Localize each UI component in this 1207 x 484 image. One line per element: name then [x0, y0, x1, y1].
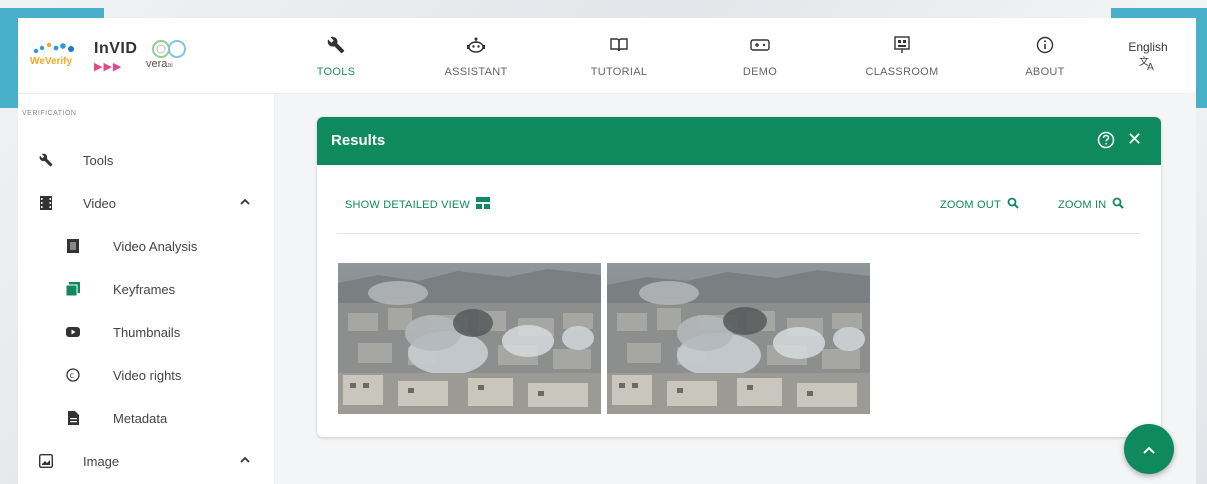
youtube-icon	[65, 324, 81, 340]
help-icon[interactable]	[1097, 131, 1115, 149]
chevron-up-icon[interactable]	[240, 456, 250, 467]
wrench-icon	[327, 36, 345, 54]
sidebar-item-thumbnails[interactable]: Thumbnails	[18, 312, 275, 352]
nav-demo[interactable]: DEMO	[739, 18, 781, 94]
sidebar-item-metadata[interactable]: Metadata	[18, 398, 275, 438]
info-icon	[1036, 36, 1054, 54]
nav-tools-label: TOOLS	[316, 66, 356, 78]
keyframes-icon	[65, 281, 81, 297]
app-window: WeVerify InVID ▶▶▶ veraai TOOLS ASSISTAN…	[18, 18, 1196, 484]
zoom-out-button[interactable]: ZOOM OUT	[940, 197, 1019, 212]
top-navigation-bar: WeVerify InVID ▶▶▶ veraai TOOLS ASSISTAN…	[18, 18, 1196, 94]
search-icon	[1007, 197, 1019, 212]
section-title: VERIFICATION	[22, 110, 77, 117]
keyframe-thumbnail[interactable]	[338, 263, 601, 414]
zoom-in-button[interactable]: ZOOM IN	[1058, 197, 1125, 212]
chevron-up-icon[interactable]	[240, 198, 250, 209]
main-content: Results ✕ SHOW DETAILED VIEW ZOOM OUT ZO…	[275, 94, 1196, 484]
sidebar-item-video[interactable]: Video	[18, 183, 275, 223]
language-selector[interactable]: English 文A	[1118, 40, 1178, 74]
nav-assistant-label: ASSISTANT	[444, 66, 508, 78]
zoom-out-label: ZOOM OUT	[940, 198, 1001, 211]
show-detailed-view-label: SHOW DETAILED VIEW	[345, 198, 471, 211]
sidebar-item-label: Keyframes	[113, 281, 176, 297]
nav-classroom[interactable]: CLASSROOM	[856, 18, 948, 94]
language-label: English	[1128, 40, 1168, 54]
keyframe-thumbnail[interactable]	[607, 263, 870, 414]
sidebar-item-image[interactable]: Image	[18, 441, 275, 481]
gamepad-icon	[750, 36, 770, 54]
book-icon	[610, 36, 628, 54]
nav-about-label: ABOUT	[1025, 66, 1065, 78]
nav-demo-label: DEMO	[742, 66, 778, 78]
vera-logo-icon	[152, 40, 186, 58]
logo[interactable]: WeVerify InVID ▶▶▶ veraai	[28, 36, 203, 78]
scroll-to-top-button[interactable]	[1124, 424, 1174, 474]
weverify-logo-icon	[33, 42, 74, 54]
vera-wordmark: veraai	[146, 58, 173, 70]
sidebar-item-label: Thumbnails	[113, 324, 181, 340]
document-icon	[65, 410, 81, 426]
wrench-icon	[38, 152, 54, 168]
copyright-icon: c	[65, 367, 81, 383]
sidebar-item-label: Video Analysis	[113, 238, 198, 254]
invid-arrows-icon: ▶▶▶	[94, 61, 123, 73]
video-analysis-icon	[65, 238, 81, 254]
nav-about[interactable]: ABOUT	[1022, 18, 1068, 94]
svg-text:A: A	[1147, 62, 1154, 71]
svg-text:c: c	[70, 371, 74, 380]
sidebar-item-label: Metadata	[113, 410, 168, 426]
film-icon	[38, 195, 54, 211]
nav-tutorial[interactable]: TUTORIAL	[584, 18, 654, 94]
sidebar-item-label: Tools	[83, 152, 114, 168]
robot-icon	[466, 36, 486, 54]
chevron-up-icon	[1143, 441, 1155, 457]
view-list-icon	[476, 197, 491, 212]
nav-tools[interactable]: TOOLS	[312, 18, 360, 94]
sidebar-item-video-analysis[interactable]: Video Analysis	[18, 226, 275, 266]
search-icon	[1112, 197, 1125, 212]
sidebar: VERIFICATION Tools Video Video Analysis	[18, 94, 275, 484]
nav-assistant[interactable]: ASSISTANT	[440, 18, 512, 94]
nav-classroom-label: CLASSROOM	[865, 66, 939, 78]
divider	[337, 233, 1141, 234]
sidebar-item-label: Video rights	[113, 367, 182, 383]
sidebar-item-tools[interactable]: Tools	[18, 140, 275, 180]
results-header: Results ✕	[317, 117, 1161, 165]
sidebar-item-label: Video	[83, 195, 117, 211]
invid-wordmark: InVID	[94, 40, 138, 57]
nav-tutorial-label: TUTORIAL	[590, 66, 648, 78]
close-icon[interactable]: ✕	[1127, 129, 1142, 149]
zoom-in-label: ZOOM IN	[1058, 198, 1107, 211]
sidebar-item-label: Image	[83, 453, 120, 469]
image-icon	[38, 453, 54, 469]
classroom-icon	[893, 36, 911, 54]
results-title: Results	[331, 132, 386, 149]
results-card: Results ✕ SHOW DETAILED VIEW ZOOM OUT ZO…	[317, 117, 1161, 437]
weverify-wordmark: WeVerify	[30, 56, 73, 67]
show-detailed-view-button[interactable]: SHOW DETAILED VIEW	[345, 197, 491, 212]
translate-icon: 文A	[1118, 55, 1178, 74]
sidebar-item-keyframes[interactable]: Keyframes	[18, 269, 275, 309]
sidebar-item-video-rights[interactable]: c Video rights	[18, 355, 275, 395]
